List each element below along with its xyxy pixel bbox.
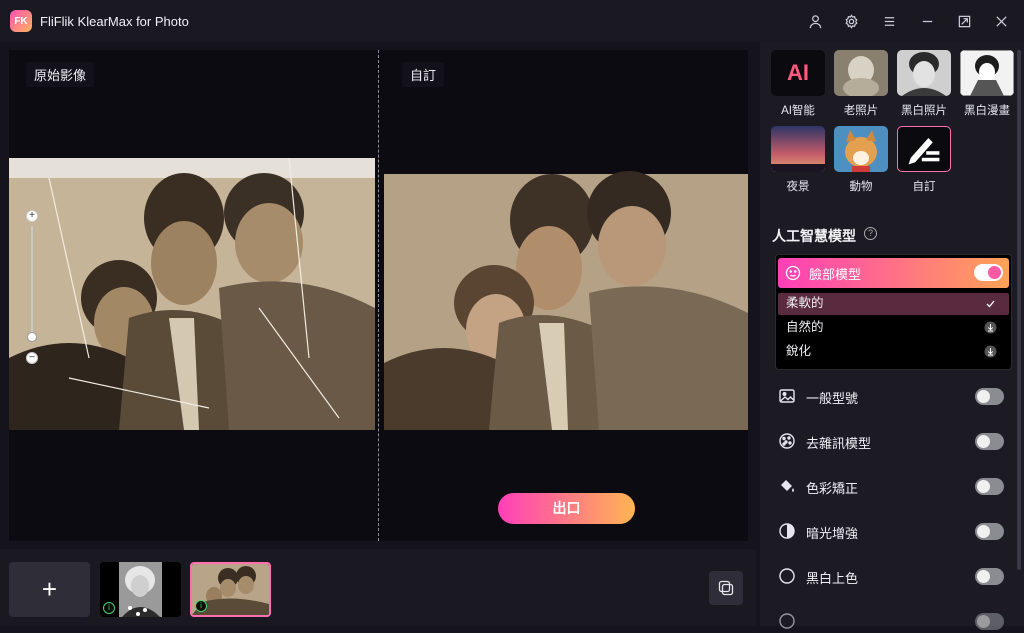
compare-view-button[interactable] [709,571,743,605]
download-icon[interactable] [984,345,997,358]
original-photo [9,158,375,430]
preset-label: 自訂 [912,181,936,193]
marilyn-thumb[interactable]: i [100,562,181,617]
old-photo-thumb [834,50,888,96]
help-icon[interactable]: ? [864,227,877,240]
custom-pen-icon [897,126,951,172]
copy-icon [718,580,734,596]
zoom-knob[interactable] [27,332,37,342]
ai-icon: AI [771,50,825,96]
user-icon[interactable] [803,9,827,33]
preset-old-photo[interactable]: 老照片 [834,50,888,118]
app-logo: FK [10,10,32,32]
more-model-icon [779,613,795,629]
preset-label: 黑白照片 [901,105,947,117]
model-label: 黑白上色 [806,571,859,586]
face-model-label: 臉部模型 [809,266,862,282]
model-row-general[interactable]: 一般型號 [778,384,1004,408]
check-icon [986,300,995,308]
color-correct-toggle[interactable] [975,478,1004,495]
download-icon[interactable] [984,321,997,334]
model-row-more[interactable] [778,609,1004,633]
night-scene-thumb [771,126,825,172]
family-thumb[interactable]: i [190,562,271,617]
preset-label: AI智能 [781,105,815,117]
model-label: 去雜訊模型 [806,436,872,451]
face-option-sharpen[interactable]: 銳化 [778,341,1009,363]
preset-label: 夜景 [786,181,810,193]
zoom-track[interactable] [31,226,33,336]
image-icon [779,389,795,403]
preset-bw-manga[interactable]: 黑白漫畫 [960,50,1014,118]
preset-ai[interactable]: AI AI智能 [771,50,825,118]
face-model-header[interactable]: 臉部模型 [778,258,1009,288]
model-row-denoise[interactable]: 去雜訊模型 [778,429,1004,453]
sidebar-scrollbar[interactable] [1017,50,1021,570]
compare-workspace: 原始影像 自訂 + − 出口 [9,50,748,541]
info-icon[interactable]: i [103,602,115,614]
zoom-out-icon[interactable]: − [26,352,38,364]
option-label: 柔軟的 [786,296,824,310]
noise-icon [779,433,795,449]
denoise-model-toggle[interactable] [975,433,1004,450]
preset-label: 黑白漫畫 [964,105,1010,117]
model-row-colorize[interactable]: 黑白上色 [778,564,1004,588]
enhanced-photo [384,158,748,430]
info-icon[interactable]: i [195,600,207,612]
close-icon[interactable] [989,9,1013,33]
face-option-natural[interactable]: 自然的 [778,317,1009,339]
maximize-icon[interactable] [952,9,976,33]
more-model-toggle[interactable] [975,613,1004,630]
minimize-icon[interactable] [915,9,939,33]
bw-photo-thumb [897,50,951,96]
preset-label: 動物 [849,181,873,193]
model-row-color-correct[interactable]: 色彩矯正 [778,474,1004,498]
option-label: 銳化 [786,344,812,358]
preset-label: 老照片 [843,105,879,117]
paint-bucket-icon [781,480,794,492]
title-bar: FK FliFlik KlearMax for Photo [0,0,1024,42]
contrast-icon [779,523,795,539]
low-light-toggle[interactable] [975,523,1004,540]
option-label: 自然的 [786,320,824,334]
app-title: FliFlik KlearMax for Photo [40,14,189,29]
preset-night-scene[interactable]: 夜景 [771,126,825,194]
add-image-button[interactable]: + [9,562,90,617]
compare-divider[interactable] [378,50,379,541]
model-label: 色彩矯正 [806,481,859,496]
bw-manga-thumb [960,50,1014,96]
general-model-toggle[interactable] [975,388,1004,405]
original-label: 原始影像 [26,62,95,87]
animal-thumb [834,126,888,172]
bottom-filmstrip: + i i [0,549,756,626]
zoom-slider[interactable]: + − [26,210,40,364]
face-model-panel: 臉部模型 柔軟的 自然的 銳化 [775,254,1012,370]
result-label: 自訂 [402,62,445,87]
model-label: 暗光增強 [806,526,859,541]
face-option-soft[interactable]: 柔軟的 [778,293,1009,315]
preset-bw-photo[interactable]: 黑白照片 [897,50,951,118]
face-model-toggle[interactable] [974,264,1003,281]
model-row-low-light[interactable]: 暗光增強 [778,519,1004,543]
zoom-in-icon[interactable]: + [26,210,38,222]
face-icon [785,265,801,281]
model-label: 一般型號 [806,391,859,406]
preset-animal[interactable]: 動物 [834,126,888,194]
menu-icon[interactable] [877,9,901,33]
preset-custom[interactable]: 自訂 [897,126,951,194]
colorize-icon [779,568,795,584]
ai-models-title: 人工智慧模型 [772,228,856,244]
export-button[interactable]: 出口 [498,493,635,524]
colorize-toggle[interactable] [975,568,1004,585]
gear-icon[interactable] [839,9,863,33]
settings-sidebar: AI AI智能 老照片 黑白照片 黑白漫畫 夜景 動物 自訂 人工智慧模型 ? … [760,42,1024,630]
